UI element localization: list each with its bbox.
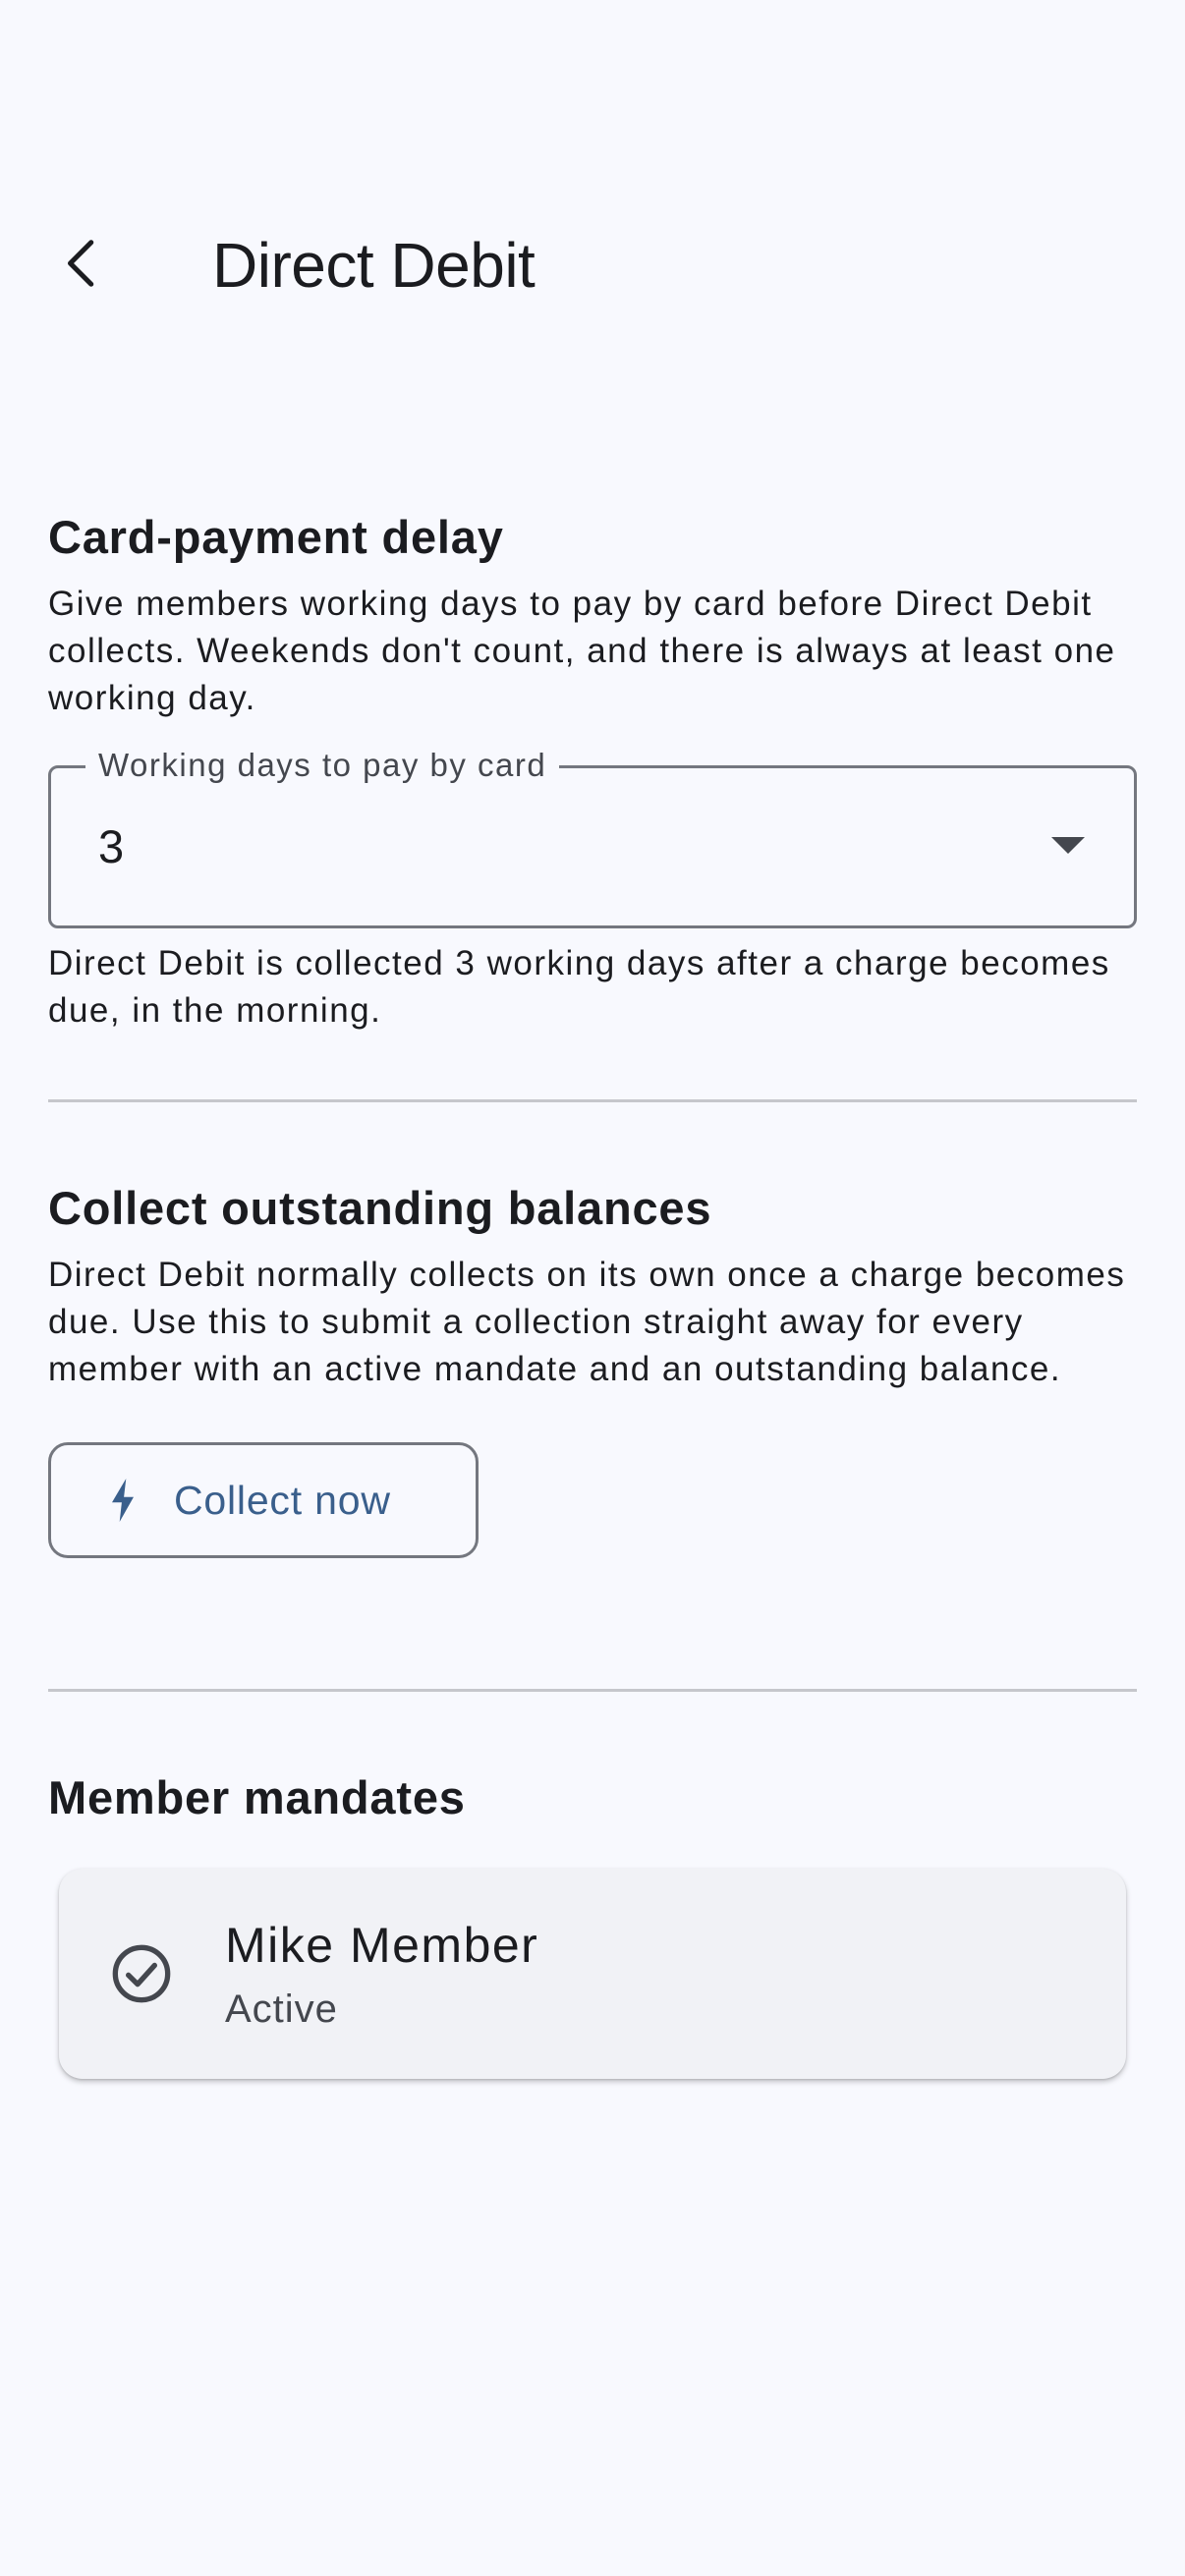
check-circle-icon bbox=[110, 1942, 173, 2005]
top-app-bar: Direct Debit bbox=[0, 206, 1185, 324]
card-payment-delay-description: Give members working days to pay by card… bbox=[48, 585, 1116, 717]
member-mandates-section: Member mandates bbox=[48, 1768, 1137, 1827]
section-heading-collect-outstanding: Collect outstanding balances bbox=[48, 1182, 712, 1234]
back-button[interactable] bbox=[33, 206, 132, 324]
arrow-drop-down-icon bbox=[1051, 837, 1085, 854]
collect-now-label: Collect now bbox=[174, 1478, 391, 1523]
section-heading-member-mandates: Member mandates bbox=[48, 1771, 466, 1823]
working-days-helper-text: Direct Debit is collected 3 working days… bbox=[48, 944, 1110, 1030]
mandate-list-item[interactable]: Mike Member Active bbox=[59, 1869, 1126, 2079]
mandate-status: Active bbox=[225, 1988, 338, 2031]
bolt-icon bbox=[108, 1479, 138, 1522]
mandate-member-name: Mike Member bbox=[225, 1918, 539, 1973]
working-days-dropdown[interactable]: Working days to pay by card 3 bbox=[48, 745, 1137, 928]
arrow-back-icon bbox=[53, 234, 112, 298]
collect-outstanding-section: Collect outstanding balances Direct Debi… bbox=[48, 1179, 1137, 1558]
section-heading-card-payment-delay: Card-payment delay bbox=[48, 511, 504, 563]
collect-outstanding-description: Direct Debit normally collects on its ow… bbox=[48, 1256, 1126, 1388]
divider bbox=[48, 1689, 1137, 1692]
working-days-dropdown-value: 3 bbox=[98, 820, 125, 872]
page-title: Direct Debit bbox=[212, 230, 536, 301]
divider bbox=[48, 1099, 1137, 1102]
collect-now-button[interactable]: Collect now bbox=[48, 1442, 479, 1558]
card-payment-delay-section: Card-payment delay Give members working … bbox=[48, 508, 1137, 1035]
working-days-dropdown-label: Working days to pay by card bbox=[85, 745, 560, 786]
